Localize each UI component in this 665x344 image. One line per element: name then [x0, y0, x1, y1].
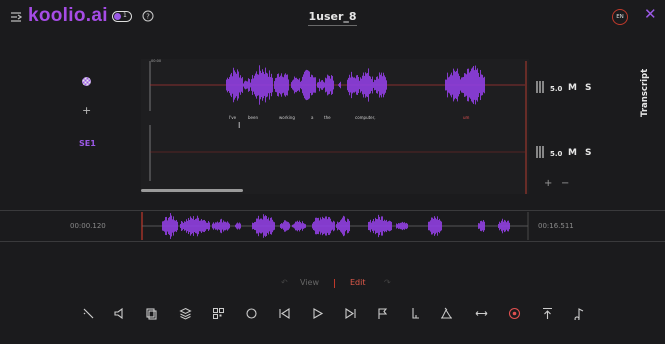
track1-mute-button[interactable]: M	[568, 83, 577, 93]
stretch-icon[interactable]	[475, 307, 488, 320]
speaker-icon[interactable]	[113, 307, 126, 320]
record-icon[interactable]	[508, 307, 521, 320]
mode-divider	[334, 279, 335, 288]
waveform-editor[interactable]: 00:00 I	[141, 59, 529, 194]
timeline-start-label: 00:00	[151, 59, 162, 63]
add-track-button[interactable]: +	[544, 178, 552, 189]
word[interactable]: been	[248, 115, 258, 120]
track-label[interactable]: SE1	[79, 139, 96, 148]
skip-back-icon[interactable]	[278, 307, 291, 320]
word-filler[interactable]: um	[463, 115, 469, 120]
overview-end-time: 00:16.511	[538, 222, 574, 230]
overview-start-time: 00:00.120	[70, 222, 106, 230]
add-track-icon[interactable]: +	[82, 104, 91, 117]
track2-volume[interactable]: 5.0	[550, 150, 562, 158]
close-icon[interactable]: ✕	[644, 7, 657, 22]
track1-volume[interactable]: 5.0	[550, 85, 562, 93]
grid-icon[interactable]	[212, 307, 225, 320]
track1-solo-button[interactable]: S	[585, 83, 591, 93]
divider	[0, 210, 665, 211]
stem-icon[interactable]	[409, 307, 422, 320]
text-cursor-icon: I	[238, 121, 241, 130]
word[interactable]: the	[324, 115, 331, 120]
play-icon[interactable]	[311, 307, 324, 320]
language-badge[interactable]: EN	[612, 9, 628, 25]
word[interactable]: computer,	[355, 115, 376, 120]
track2-mute-button[interactable]: M	[568, 148, 577, 158]
export-icon[interactable]	[541, 307, 554, 320]
music-note-icon[interactable]	[574, 307, 587, 320]
fade-icon[interactable]	[440, 307, 453, 320]
skip-forward-icon[interactable]	[344, 307, 357, 320]
word[interactable]: I've	[229, 115, 236, 120]
edit-mode-button[interactable]: Edit	[350, 278, 366, 287]
word[interactable]: working	[279, 115, 295, 120]
volume-slider-icon[interactable]	[536, 81, 544, 93]
magic-wand-icon[interactable]	[82, 307, 95, 320]
view-mode-button[interactable]: View	[300, 278, 319, 287]
word[interactable]: a	[311, 115, 313, 120]
record-circle-icon[interactable]	[245, 307, 258, 320]
divider	[0, 241, 665, 242]
layers-icon[interactable]	[179, 307, 192, 320]
volume-slider-icon[interactable]	[536, 146, 544, 158]
redo-icon[interactable]: ↷	[384, 278, 391, 287]
undo-icon[interactable]: ↶	[281, 278, 288, 287]
copy-icon[interactable]	[145, 307, 158, 320]
overview-waveform[interactable]	[140, 212, 530, 240]
track-color-icon[interactable]	[82, 77, 91, 86]
tab-transcript[interactable]: Transcript	[640, 69, 650, 117]
project-title[interactable]: 1user_8	[0, 10, 665, 26]
flag-icon[interactable]	[376, 307, 389, 320]
track2-solo-button[interactable]: S	[585, 148, 591, 158]
remove-track-button[interactable]: −	[561, 178, 569, 189]
